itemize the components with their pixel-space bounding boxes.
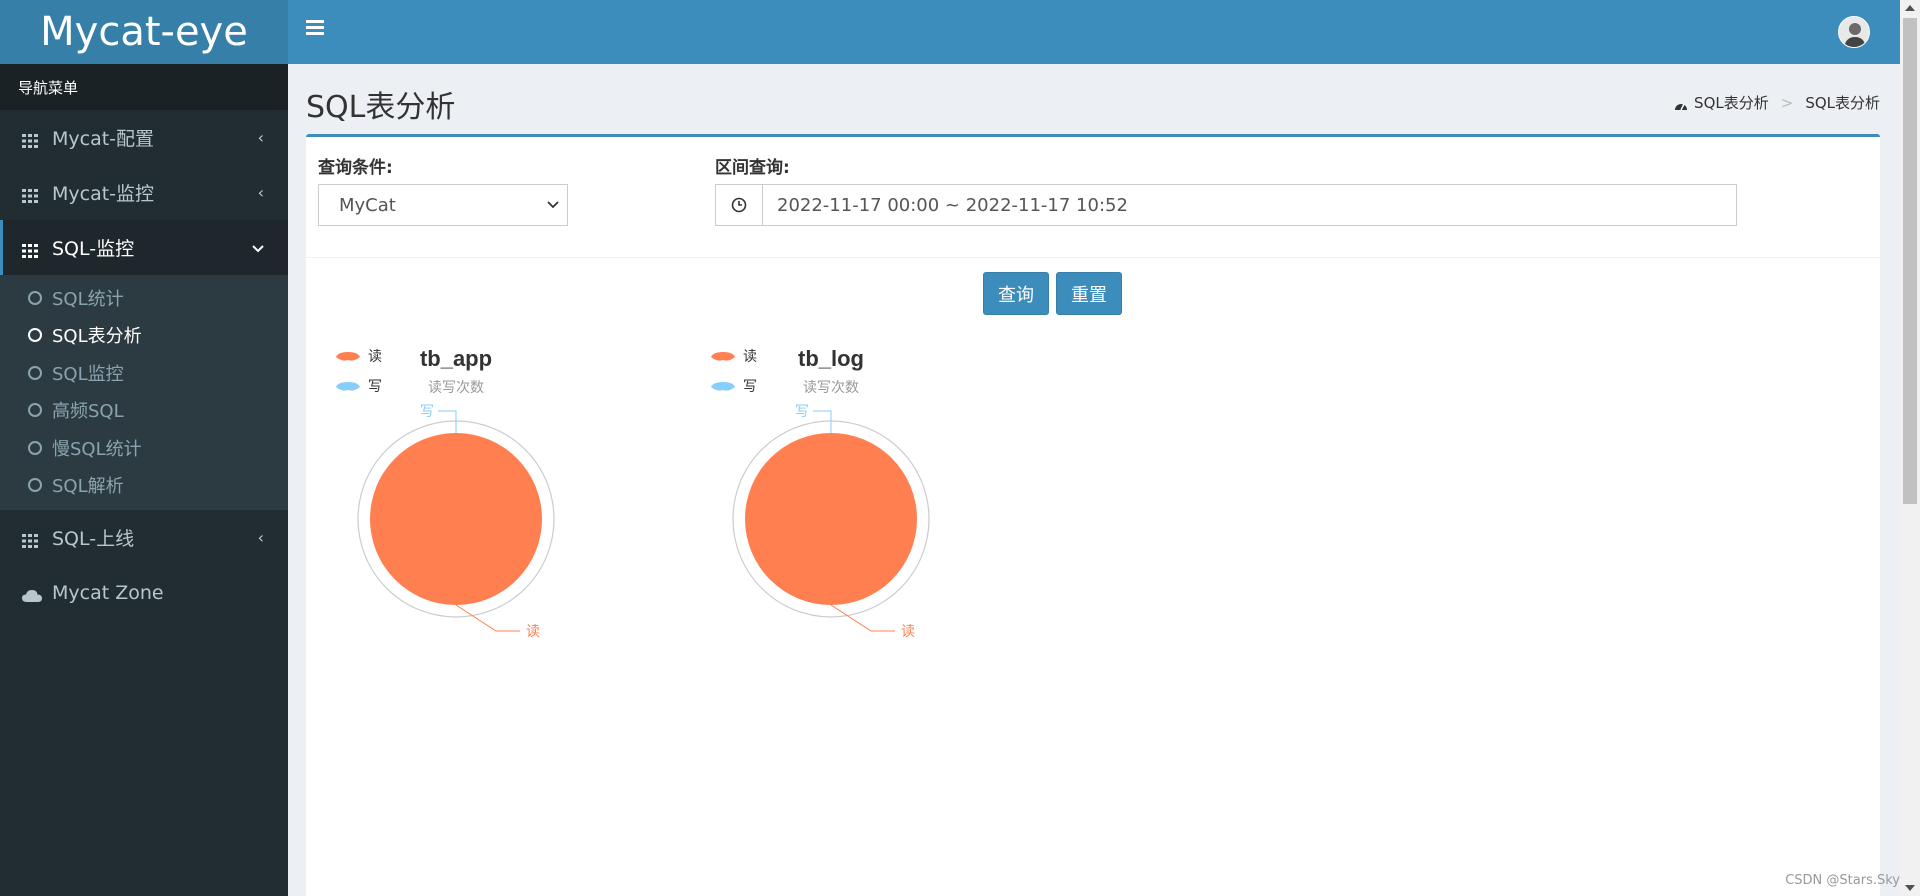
submenu-item-label: SQL解析 [52,476,124,498]
circle-icon [28,328,42,343]
legend-swatch [711,382,735,391]
pie-chart-tb-log: 读写 tb_log 读写次数写读 [693,337,993,640]
date-range-input[interactable]: 2022-11-17 00:00 ~ 2022-11-17 10:52 [715,184,1737,226]
grid-icon [22,241,38,258]
circle-icon [28,478,42,493]
legend-label: 写 [743,379,757,395]
top-navbar [288,0,1900,64]
circle-icon [28,440,42,455]
nav-header: 导航菜单 [0,64,288,110]
submenu-item-high-freq-sql[interactable]: 高频SQL [0,392,288,430]
main-panel: 查询条件: MyCat 区间查询: 2022-11-17 00:00 ~ 202… [306,134,1880,896]
slice-label-write: 写 [795,404,809,420]
submenu-item-sql-stats[interactable]: SQL统计 [0,279,288,317]
chevron-down-icon [547,197,559,213]
legend-label: 读 [368,348,382,365]
sidebar-item-label: SQL-上线 [52,528,135,550]
slice-label-read: 读 [901,623,915,640]
sidebar-item-mycat-config[interactable]: Mycat-配置 ‹ [0,110,288,165]
sidebar-item-sql-monitor[interactable]: SQL-监控 [0,220,288,275]
pie-chart-svg: 读写tb_log读写次数写读 [711,346,930,640]
submenu-item-label: 高频SQL [52,401,124,423]
circle-icon [28,403,42,418]
sidebar-item-sql-deploy[interactable]: SQL-上线 ‹ [0,510,288,565]
content-header: SQL表分析 SQL表分析 > SQL表分析 [306,78,1880,128]
submenu-item-sql-parse[interactable]: SQL解析 [0,467,288,505]
chart-subtitle: 读写次数 [803,379,859,396]
submenu-item-label: SQL监控 [52,363,124,385]
legend-label: 读 [743,348,757,365]
chevron-down-icon [252,238,264,257]
reset-button[interactable]: 重置 [1056,272,1122,315]
scroll-thumb[interactable] [1903,18,1917,504]
condition-select-value: MyCat [339,194,396,216]
chart-subtitle: 读写次数 [428,379,484,396]
submenu-item-sql-table-analysis[interactable]: SQL表分析 [0,317,288,355]
breadcrumb-current: SQL表分析 [1805,94,1880,112]
hamburger-menu-icon[interactable] [306,20,324,38]
grid-icon [22,531,38,548]
submenu-item-slow-sql-stats[interactable]: 慢SQL统计 [0,429,288,467]
scroll-down-icon[interactable] [1905,885,1915,891]
grid-icon [22,131,38,148]
app-logo[interactable]: Mycat-eye [0,0,288,64]
query-button[interactable]: 查询 [983,272,1049,315]
watermark: CSDN @Stars.Sky [1785,873,1900,888]
range-label: 区间查询: [715,158,790,178]
submenu-item-sql-monitor[interactable]: SQL监控 [0,354,288,392]
pie-chart-svg: 读写tb_app读写次数写读 [336,346,555,640]
scrollbar[interactable] [1900,0,1920,896]
scroll-up-icon[interactable] [1905,5,1915,11]
legend-label: 写 [368,379,382,395]
chart-title: tb_log [798,346,864,371]
chevron-left-icon: ‹ [257,183,264,202]
sidebar: Mycat-eye 导航菜单 Mycat-配置 ‹ Mycat-监控 ‹ SQL… [0,0,288,896]
chevron-left-icon: ‹ [257,528,264,547]
breadcrumb: SQL表分析 > SQL表分析 [1674,92,1880,113]
condition-label: 查询条件: [318,158,393,178]
date-range-value[interactable]: 2022-11-17 00:00 ~ 2022-11-17 10:52 [763,185,1736,225]
dashboard-icon [1674,97,1688,110]
sidebar-item-label: Mycat Zone [52,581,164,604]
pie-slice [745,433,917,605]
slice-label-read: 读 [526,623,540,640]
slice-label-write: 写 [420,404,434,420]
chevron-left-icon: ‹ [257,128,264,147]
submenu-item-label: SQL统计 [52,288,124,310]
legend-swatch [711,352,735,361]
pie-slice [370,433,542,605]
grid-icon [22,186,38,203]
legend-swatch [336,352,360,361]
sidebar-item-label: Mycat-监控 [52,183,155,205]
sidebar-item-label: SQL-监控 [52,238,135,260]
pie-chart-tb-app: 读写 tb_app 读写次数写读 [318,337,618,640]
user-avatar[interactable] [1838,16,1870,48]
circle-icon [28,365,42,380]
submenu-item-label: 慢SQL统计 [52,438,142,460]
breadcrumb-separator: > [1780,93,1794,112]
breadcrumb-link[interactable]: SQL表分析 [1694,92,1769,113]
circle-icon [28,290,42,305]
sidebar-item-mycat-zone[interactable]: Mycat Zone [0,565,288,620]
legend-swatch [336,382,360,391]
cloud-icon [22,586,42,602]
leader-line-read [455,604,520,632]
page-title: SQL表分析 [306,90,456,125]
divider [306,257,1880,258]
submenu-item-label: SQL表分析 [52,326,142,348]
leader-line-read [830,604,895,632]
chart-title: tb_app [420,346,492,371]
clock-icon [716,185,763,225]
condition-select[interactable]: MyCat [318,184,568,226]
sidebar-item-mycat-monitor[interactable]: Mycat-监控 ‹ [0,165,288,220]
sidebar-item-label: Mycat-配置 [52,128,155,150]
sidebar-submenu: SQL统计 SQL表分析 SQL监控 高频SQL 慢SQL统计 SQL解析 [0,275,288,510]
